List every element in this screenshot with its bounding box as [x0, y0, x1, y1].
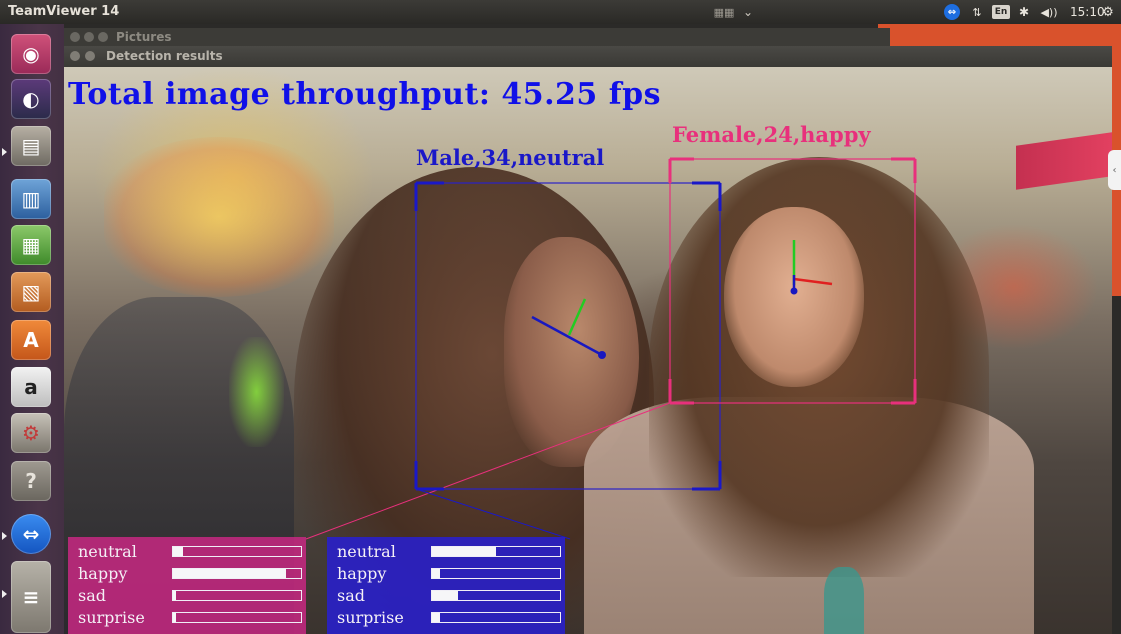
emotion-label: surprise — [337, 608, 404, 627]
teamviewer-icon[interactable]: ⇔ — [11, 514, 51, 554]
male-connector-line — [415, 488, 571, 540]
emotion-bar — [431, 612, 561, 623]
window-title: Pictures — [116, 30, 172, 44]
emotion-row: surprise — [68, 607, 306, 628]
emotion-bar-fill — [432, 591, 458, 600]
teamviewer-tray-icon[interactable]: ⇔ — [944, 4, 960, 20]
emotion-label: neutral — [78, 542, 137, 561]
emotion-row: neutral — [68, 541, 306, 562]
emotion-label: sad — [337, 586, 365, 605]
emotion-bar-fill — [173, 613, 176, 622]
close-icon[interactable] — [70, 51, 80, 61]
top-panel: TeamViewer 14 ▦▦ ⌄ ⇔ ⇅ En ✱ ◀)) 15:10 ⚙ — [0, 0, 1121, 24]
emotion-bar — [431, 568, 561, 579]
emotion-row: happy — [327, 563, 565, 584]
software-center-icon[interactable]: A — [11, 320, 51, 360]
emotion-bar — [172, 568, 302, 579]
emotion-bar-fill — [432, 547, 496, 556]
power-gear-icon[interactable]: ⚙ — [1100, 4, 1116, 20]
ubuntu-dash-icon[interactable]: ◉ — [11, 34, 51, 74]
help-icon[interactable]: ? — [11, 461, 51, 501]
side-panel-handle[interactable]: ‹ — [1108, 150, 1121, 190]
amazon-icon[interactable]: a — [11, 367, 51, 407]
running-indicator-icon — [2, 590, 7, 598]
female-pose-axis-x — [793, 277, 833, 286]
emotion-bar — [172, 612, 302, 623]
emotion-row: surprise — [327, 607, 565, 628]
active-app-title: TeamViewer 14 — [8, 4, 120, 19]
male-pose-axis-z — [531, 315, 603, 357]
maximize-icon[interactable] — [98, 32, 108, 42]
emotion-label: happy — [337, 564, 387, 583]
chevron-down-icon[interactable]: ⌄ — [738, 4, 758, 20]
system-settings-icon[interactable]: ⚙ — [11, 413, 51, 453]
detection-window-titlebar[interactable]: Detection results — [64, 46, 1112, 67]
window-title: Detection results — [106, 49, 223, 63]
female-connector-line — [305, 402, 671, 540]
emotion-label: sad — [78, 586, 106, 605]
throughput-label: Total image throughput: 45.25 fps — [68, 77, 662, 112]
emotion-row: happy — [68, 563, 306, 584]
minimize-icon[interactable] — [85, 51, 95, 61]
keyboard-layout-indicator[interactable]: En — [992, 5, 1010, 19]
pictures-window-titlebar[interactable]: Pictures — [64, 28, 890, 46]
emotion-bar — [172, 590, 302, 601]
emotion-row: sad — [327, 585, 565, 606]
female-emotion-panel: neutral happy sad surprise — [68, 537, 306, 634]
window-stack-icon[interactable]: ≡ — [11, 561, 51, 633]
bluetooth-icon[interactable]: ✱ — [1018, 4, 1030, 20]
female-box-corners — [668, 157, 917, 405]
male-pose-axis-y — [567, 298, 587, 336]
female-face-box — [669, 158, 916, 404]
emotion-bar — [431, 590, 561, 601]
female-pose-origin — [790, 287, 798, 295]
male-face-label: Male,34,neutral — [416, 145, 605, 170]
detection-image-canvas: Total image throughput: 45.25 fps Male,3… — [64, 67, 1112, 634]
emotion-label: neutral — [337, 542, 396, 561]
writer-icon[interactable]: ▥ — [11, 179, 51, 219]
emotion-bar — [172, 546, 302, 557]
running-indicator-icon — [2, 148, 7, 156]
network-icon[interactable]: ⇅ — [970, 4, 984, 20]
close-icon[interactable] — [70, 32, 80, 42]
emotion-bar-fill — [173, 569, 286, 578]
volume-icon[interactable]: ◀)) — [1036, 4, 1062, 20]
launcher: ◉ ◐ ▤ ▥ ▦ ▧ A a ⚙ ? ⇔ ≡ — [0, 24, 64, 634]
emotion-bar-fill — [432, 569, 440, 578]
male-pose-origin — [598, 351, 606, 359]
calc-icon[interactable]: ▦ — [11, 225, 51, 265]
emotion-label: happy — [78, 564, 128, 583]
keyboard-grid-icon[interactable]: ▦▦ — [712, 4, 736, 20]
impress-icon[interactable]: ▧ — [11, 272, 51, 312]
emotion-bar — [431, 546, 561, 557]
files-icon[interactable]: ▤ — [11, 126, 51, 166]
running-indicator-icon — [2, 532, 7, 540]
emotion-bar-fill — [173, 591, 176, 600]
emotion-row: sad — [68, 585, 306, 606]
emotion-label: surprise — [78, 608, 145, 627]
emotion-bar-fill — [432, 613, 440, 622]
emotion-row: neutral — [327, 541, 565, 562]
minimize-icon[interactable] — [84, 32, 94, 42]
firefox-icon[interactable]: ◐ — [11, 79, 51, 119]
emotion-bar-fill — [173, 547, 184, 556]
female-face-label: Female,24,happy — [672, 122, 871, 147]
male-emotion-panel: neutral happy sad surprise — [327, 537, 565, 634]
